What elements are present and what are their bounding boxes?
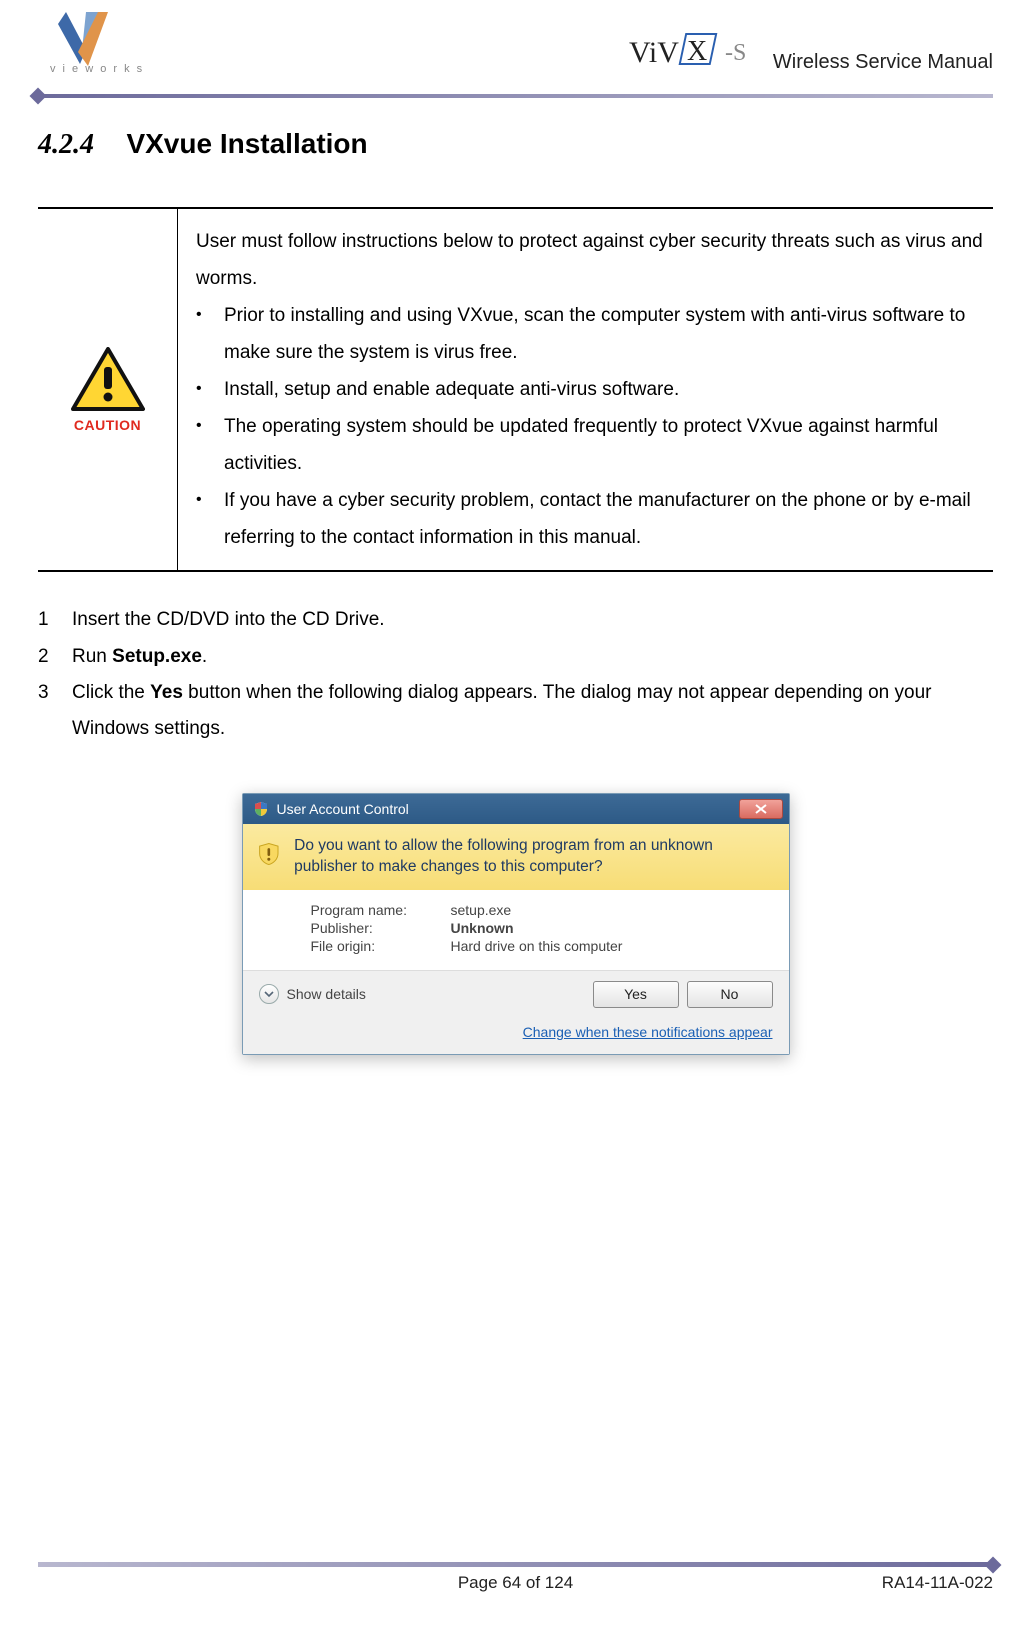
close-icon [755, 804, 767, 814]
page-header: v i e w o r k s ViV X -S Wireless Servic… [38, 20, 993, 98]
uac-origin-value: Hard drive on this computer [451, 938, 623, 954]
step-1: 1 Insert the CD/DVD into the CD Drive. [38, 602, 993, 638]
caution-box: CAUTION User must follow instructions be… [38, 207, 993, 572]
uac-body: Program name:setup.exe Publisher:Unknown… [243, 890, 789, 970]
uac-link-row: Change when these notifications appear [243, 1018, 789, 1054]
section-number: 4.2.4 [38, 129, 94, 160]
step-3: 3 Click the Yes button when the followin… [38, 675, 993, 747]
uac-program-label: Program name: [311, 902, 451, 918]
vieworks-logo-text: v i e w o r k s [50, 63, 144, 75]
footer-rule [38, 1562, 993, 1567]
uac-dialog: User Account Control Do you want to allo… [242, 793, 790, 1055]
document-title: Wireless Service Manual [773, 51, 993, 74]
footer-diamond-icon [985, 1557, 1002, 1574]
caution-icon-cell: CAUTION [38, 209, 178, 570]
install-steps: 1 Insert the CD/DVD into the CD Drive. 2… [38, 602, 993, 746]
shield-icon [253, 801, 269, 817]
show-details-toggle[interactable]: Show details [259, 984, 366, 1004]
section-title: VXvue Installation [126, 128, 367, 159]
section-heading: 4.2.4 VXvue Installation [38, 128, 993, 161]
no-button[interactable]: No [687, 981, 773, 1008]
caution-label: CAUTION [74, 417, 141, 433]
uac-program-value: setup.exe [451, 902, 512, 918]
show-details-label: Show details [287, 986, 366, 1002]
svg-text:-S: -S [725, 40, 746, 66]
caution-bullet: The operating system should be updated f… [224, 408, 983, 482]
step-number: 2 [38, 639, 72, 675]
shield-warning-icon [257, 836, 281, 872]
step-text: Run Setup.exe. [72, 639, 993, 675]
uac-titlebar: User Account Control [243, 794, 789, 824]
chevron-down-icon [259, 984, 279, 1004]
page-number: Page 64 of 124 [38, 1573, 993, 1593]
uac-publisher-value: Unknown [451, 920, 514, 936]
uac-banner: Do you want to allow the following progr… [243, 824, 789, 890]
caution-bullet: Prior to installing and using VXvue, sca… [224, 297, 983, 371]
uac-origin-label: File origin: [311, 938, 451, 954]
step-number: 3 [38, 675, 72, 747]
caution-bullet: If you have a cyber security problem, co… [224, 482, 983, 556]
step-text: Insert the CD/DVD into the CD Drive. [72, 602, 993, 638]
uac-banner-text: Do you want to allow the following progr… [294, 836, 774, 878]
page-footer: Page 64 of 124 RA14-11A-022 [38, 1562, 993, 1593]
uac-publisher-label: Publisher: [311, 920, 451, 936]
yes-button[interactable]: Yes [593, 981, 679, 1008]
warning-triangle-icon [71, 347, 145, 413]
uac-title-text: User Account Control [277, 801, 409, 817]
svg-text:ViV: ViV [629, 36, 679, 69]
svg-text:X: X [687, 36, 707, 67]
caution-intro: User must follow instructions below to p… [196, 223, 983, 297]
caution-content: User must follow instructions below to p… [178, 209, 993, 570]
change-notifications-link[interactable]: Change when these notifications appear [523, 1024, 773, 1040]
vivix-s-logo: ViV X -S [629, 30, 759, 75]
vieworks-logo: v i e w o r k s [48, 6, 168, 76]
caution-bullet: Install, setup and enable adequate anti-… [224, 371, 983, 408]
uac-button-row: Show details Yes No [243, 970, 789, 1018]
header-rule [38, 94, 993, 98]
step-number: 1 [38, 602, 72, 638]
step-2: 2 Run Setup.exe. [38, 639, 993, 675]
close-button[interactable] [739, 799, 783, 819]
step-text: Click the Yes button when the following … [72, 675, 993, 747]
header-right-group: ViV X -S Wireless Service Manual [629, 30, 993, 75]
